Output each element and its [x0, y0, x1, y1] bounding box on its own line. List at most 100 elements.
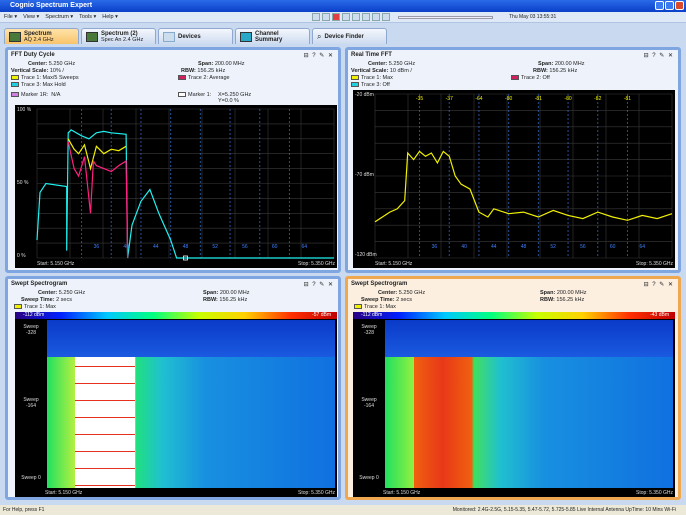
close-button[interactable] [675, 1, 684, 10]
trace1-legend[interactable]: Trace 1: Max [14, 304, 56, 310]
trace1-legend[interactable]: Trace 1: Max/5 Sweeps [11, 75, 79, 81]
tab-device-finder[interactable]: ⌕ Device Finder [312, 28, 387, 44]
minimize-button[interactable] [655, 1, 664, 10]
channel-peak-label: -80 [505, 96, 512, 102]
channel-peak-label: -64 [475, 96, 482, 102]
tab-spectrum[interactable]: Spectrum AQ 2.4 GHz [4, 28, 79, 44]
spectrogram-plot[interactable]: -112 dBm -43 dBm Sweep -328 Sweep -164 S… [353, 312, 675, 497]
menu-tools[interactable]: Tools ▾ [79, 14, 96, 20]
span-value: 200.00 MHz [556, 290, 587, 296]
channel-label: 44 [491, 244, 497, 250]
app-title: Cognio Spectrum Expert [10, 2, 93, 9]
swept-spectrogram-panel-1[interactable]: Swept Spectrogram ⊟ ? ✎ ✕ Center: 5.250 … [5, 276, 341, 500]
marker1r-legend[interactable]: Marker 1R: N/A [11, 92, 60, 98]
span-value: 200.00 MHz [554, 61, 585, 67]
trace2-legend[interactable]: Trace 2: Average [178, 75, 230, 81]
channel-label: 36 [94, 244, 100, 250]
rbw-label: RBW: [540, 297, 555, 303]
marker-value: N/A [51, 92, 61, 98]
pause-icon[interactable] [362, 13, 370, 21]
marker-label: Marker 1R: [21, 92, 49, 98]
channel-label: 40 [461, 244, 467, 250]
tab-spectrum-2[interactable]: Spectrum (2) Spec An 2.4 GHz [81, 28, 156, 44]
rbw-value: 156.25 kHz [549, 68, 578, 74]
spectrogram-streaks [75, 357, 135, 488]
trace1-legend[interactable]: Trace 1: Max [354, 304, 396, 310]
span-label: Span: [538, 61, 554, 67]
center-label: Center: [38, 290, 58, 296]
panel-buttons[interactable]: ⊟ ? ✎ ✕ [644, 52, 674, 59]
tab-label: Channel [255, 30, 279, 37]
channel-label: 60 [610, 244, 616, 250]
tab-channel-summary[interactable]: Channel Summary [235, 28, 310, 44]
playback-slider[interactable] [398, 15, 493, 19]
channel-label: 48 [183, 244, 189, 250]
real-time-fft-plot[interactable]: 36 -35 40 -37 44 -64 48 -80 52 -81 56 -80 60 -82 64 -81… [353, 90, 675, 268]
center-label: Center: [28, 61, 48, 67]
y-axis-bottom: Sweep 0 [359, 475, 379, 481]
start-frequency: Start: 5.150 GHz [383, 490, 421, 496]
menu-help[interactable]: Help ▾ [102, 14, 118, 20]
status-help: For Help, press F1 [3, 507, 45, 513]
sweep-time-value: 2 secs [56, 297, 72, 303]
spectrogram-plot[interactable]: -112 dBm -57 dBm Sweep -328 Sweep -164 S… [15, 312, 337, 497]
stop-frequency: Stop: 5.350 GHz [636, 490, 673, 496]
tab-devices[interactable]: Devices [158, 28, 233, 44]
y-axis-top: Sweep -328 [23, 324, 39, 336]
record-icon[interactable] [332, 13, 340, 21]
maximize-button[interactable] [665, 1, 674, 10]
trace2-legend[interactable]: Trace 2: Off [511, 75, 550, 81]
y-axis-mid: Sweep -164 [23, 397, 39, 409]
fft-duty-cycle-panel[interactable]: FFT Duty Cycle ⊟ ? ✎ ✕ Center: 5.250 GHz… [5, 47, 341, 273]
duty-cycle-plot[interactable]: 36 40 44 48 52 56 60 64 100 % 50 % 0 % Start: 5… [15, 105, 337, 268]
panel-buttons[interactable]: ⊟ ? ✎ ✕ [644, 281, 674, 288]
toolbar: Thu May 03 13:55:31 [312, 13, 556, 21]
save-icon[interactable] [322, 13, 330, 21]
play-icon[interactable] [342, 13, 350, 21]
tab-label: Devices [178, 33, 201, 40]
trace-label: Trace 1: Max [24, 304, 56, 310]
stop-icon[interactable] [352, 13, 360, 21]
menu-view[interactable]: View ▾ [23, 14, 39, 20]
trace3-legend[interactable]: Trace 3: Max Hold [11, 82, 66, 88]
channel-peak-label: -81 [624, 96, 631, 102]
center-value: 5.250 GHz [58, 290, 86, 296]
panel-title: Swept Spectrogram [11, 281, 68, 287]
forward-icon[interactable] [382, 13, 390, 21]
start-frequency: Start: 5.150 GHz [45, 490, 83, 496]
channel-label: 44 [153, 244, 159, 250]
y-axis-mid: Sweep -164 [361, 397, 377, 409]
open-icon[interactable] [312, 13, 320, 21]
trace-label: Trace 1: Max/5 Sweeps [21, 75, 79, 81]
trace1-legend[interactable]: Trace 1: Max [351, 75, 393, 81]
stop-frequency: Stop: 5.350 GHz [636, 261, 673, 267]
channel-label: 64 [302, 244, 308, 250]
spectrum-icon [9, 31, 21, 42]
panel-buttons[interactable]: ⊟ ? ✎ ✕ [304, 52, 334, 59]
stop-frequency: Stop: 5.350 GHz [298, 261, 335, 267]
menu-spectrum[interactable]: Spectrum ▾ [45, 14, 73, 20]
clock: Thu May 03 13:55:31 [509, 14, 557, 20]
tab-bar: Spectrum AQ 2.4 GHz Spectrum (2) Spec An 2… [4, 28, 387, 44]
panel-buttons[interactable]: ⊟ ? ✎ ✕ [304, 281, 334, 288]
center-value: 5.250 GHz [398, 290, 426, 296]
panel-title: Swept Spectrogram [351, 281, 408, 287]
real-time-fft-panel[interactable]: Real Time FFT ⊟ ? ✎ ✕ Center: 5.250 GHz … [345, 47, 681, 273]
channel-peak-label: -81 [535, 96, 542, 102]
menu-file[interactable]: File ▾ [4, 14, 17, 20]
start-frequency: Start: 5.150 GHz [37, 261, 75, 267]
trace3-legend[interactable]: Trace 3: Off [351, 82, 390, 88]
marker1-legend[interactable]: Marker 1: [178, 92, 211, 98]
center-value: 5.250 GHz [388, 61, 416, 67]
rbw-label: RBW: [533, 68, 548, 74]
chart-canvas: 36 40 44 48 52 56 60 64 [36, 108, 335, 261]
channel-label: 64 [640, 244, 646, 250]
color-scale-max: -43 dBm [650, 312, 669, 318]
y-axis-max: -20 dBm [355, 92, 374, 98]
rewind-icon[interactable] [372, 13, 380, 21]
y-axis-mid: 50 % [17, 180, 29, 186]
swept-spectrogram-panel-2[interactable]: Swept Spectrogram ⊟ ? ✎ ✕ Center: 5.250 … [345, 276, 681, 500]
panel-title: FFT Duty Cycle [11, 52, 55, 58]
channel-summary-icon [240, 31, 252, 42]
status-bar: For Help, press F1 Monitored: 2.4G-2.5G,… [0, 505, 686, 515]
